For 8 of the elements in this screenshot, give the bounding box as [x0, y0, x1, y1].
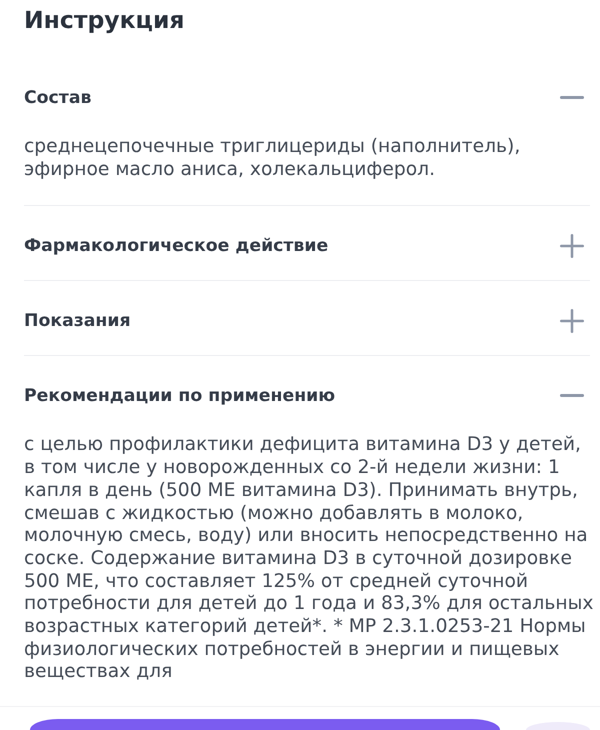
section-text: с целью профилактики дефицита витамина D3 у детей, в том числе у новорожденных со 2-й недели жизни: 1 капля в день (500 МЕ витамина D3). Принимать внутрь, смешав с жидкостью (можно добавлять в молоко, молочную смесь, воду) или вносить непосредственно на соске. Содержание витамина D3 в суточной дозировке 500 МЕ, что составляет 125% от средней суточной потребности для детей до 1 года и 83,3% для остальных возрастных категорий детей*. * МР 2.3.1.0253-21 Нормы физиологических потребностей в энергии и пищевых веществах для — [24, 433, 594, 684]
accordion-header[interactable]: Показания — [24, 281, 590, 356]
page-title: Инструкция — [24, 5, 186, 36]
accordion-header[interactable]: Рекомендации по применению — [24, 356, 590, 430]
primary-button[interactable] — [30, 719, 500, 730]
accordion-header[interactable]: Фармакологическое действие — [24, 206, 590, 280]
accordion-header[interactable]: Состав — [24, 58, 590, 132]
section-text: среднецепочечные триглицериды (наполнитель), эфирное масло аниса, холекальциферол. — [24, 135, 522, 182]
